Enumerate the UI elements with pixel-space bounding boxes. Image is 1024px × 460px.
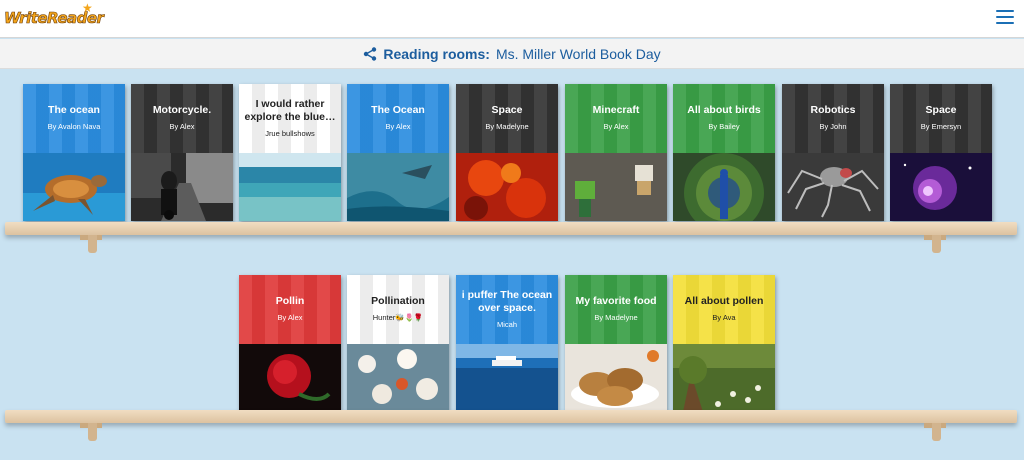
purple-nebula-image [890, 153, 992, 221]
star-icon: ★ [82, 1, 93, 15]
book-card[interactable]: Robotics By John [782, 84, 884, 221]
book-author: By Emersyn [920, 122, 962, 131]
flower-field-image [673, 344, 775, 412]
book-card[interactable]: The Ocean By Alex [347, 84, 449, 221]
hamburger-menu-icon[interactable] [996, 10, 1014, 26]
book-author: By Alex [603, 122, 629, 131]
book-card[interactable]: Pollin By Alex [239, 275, 341, 412]
book-title: The ocean [48, 104, 100, 116]
book-title: All about birds [687, 104, 761, 116]
share-icon[interactable] [363, 46, 377, 61]
book-author: By Avalon Nava [47, 122, 101, 131]
book-title: Pollin [275, 295, 305, 307]
book-title: The Ocean [371, 104, 425, 116]
book-card[interactable]: The ocean By Avalon Nava [23, 84, 125, 221]
book-card[interactable]: Space By Emersyn [890, 84, 992, 221]
book-card[interactable]: All about birds By Bailey [673, 84, 775, 221]
cookies-image [565, 344, 667, 412]
book-author: By Ava [712, 313, 736, 322]
book-title: Space [925, 104, 957, 116]
book-title: Pollination [371, 295, 425, 307]
book-card[interactable]: Motorcycle. By Alex [131, 84, 233, 221]
shelf-bracket [924, 423, 946, 441]
red-rose-image [239, 344, 341, 412]
book-card[interactable]: All about pollen By Ava [673, 275, 775, 412]
book-card[interactable]: Pollination Hunter🐝🌷🌹 [347, 275, 449, 412]
book-author: By Bailey [708, 122, 740, 131]
peacock-image [673, 153, 775, 221]
book-card[interactable]: i puffer The ocean over space. Micah [456, 275, 558, 412]
minecraft-figures-image [565, 153, 667, 221]
reading-rooms-label: Reading rooms: [383, 45, 490, 62]
motorcycle-image [131, 153, 233, 221]
book-title: I would rather explore the blue… [244, 98, 336, 123]
fire-nebula-image [456, 153, 558, 221]
book-title: i puffer The ocean over space. [461, 289, 553, 314]
writereader-logo[interactable]: WriteReader ★ [4, 1, 105, 31]
sea-turtle-image [23, 153, 125, 221]
white-blossoms-image [347, 344, 449, 412]
book-author: Micah [496, 320, 517, 329]
book-author: By Madelyne [594, 313, 638, 322]
book-author: Hunter🐝🌷🌹 [372, 313, 424, 322]
book-title: My favorite food [575, 295, 657, 307]
book-author: By Alex [385, 122, 411, 131]
book-author: By Madelyne [485, 122, 529, 131]
shelf-bracket [80, 423, 102, 441]
top-bar: WriteReader ★ [0, 0, 1024, 38]
reading-room-bar: Reading rooms: Ms. Miller World Book Day [0, 39, 1024, 69]
book-card[interactable]: My favorite food By Madelyne [565, 275, 667, 412]
book-title: Space [491, 104, 523, 116]
book-author: By Alex [277, 313, 303, 322]
robot-spider-image [782, 153, 884, 221]
book-title: Minecraft [592, 104, 640, 116]
book-card[interactable]: Space By Madelyne [456, 84, 558, 221]
cruise-ship-image [456, 344, 558, 412]
bookshelf-top [5, 222, 1017, 235]
book-card[interactable]: I would rather explore the blue… Jrue bu… [239, 84, 341, 221]
book-card[interactable]: Minecraft By Alex [565, 84, 667, 221]
book-title: Robotics [810, 104, 856, 116]
shallow-sea-image [239, 153, 341, 221]
bookshelf-bottom [5, 410, 1017, 423]
book-title: All about pollen [684, 295, 764, 307]
book-title: Motorcycle. [152, 104, 212, 116]
book-author: By Alex [169, 122, 195, 131]
book-author: By John [819, 122, 847, 131]
book-author: Jrue bullshows [265, 129, 315, 138]
shelf-bracket [924, 235, 946, 253]
shelf-bracket [80, 235, 102, 253]
reading-room-name: Ms. Miller World Book Day [495, 45, 661, 62]
shark-wave-image [347, 153, 449, 221]
